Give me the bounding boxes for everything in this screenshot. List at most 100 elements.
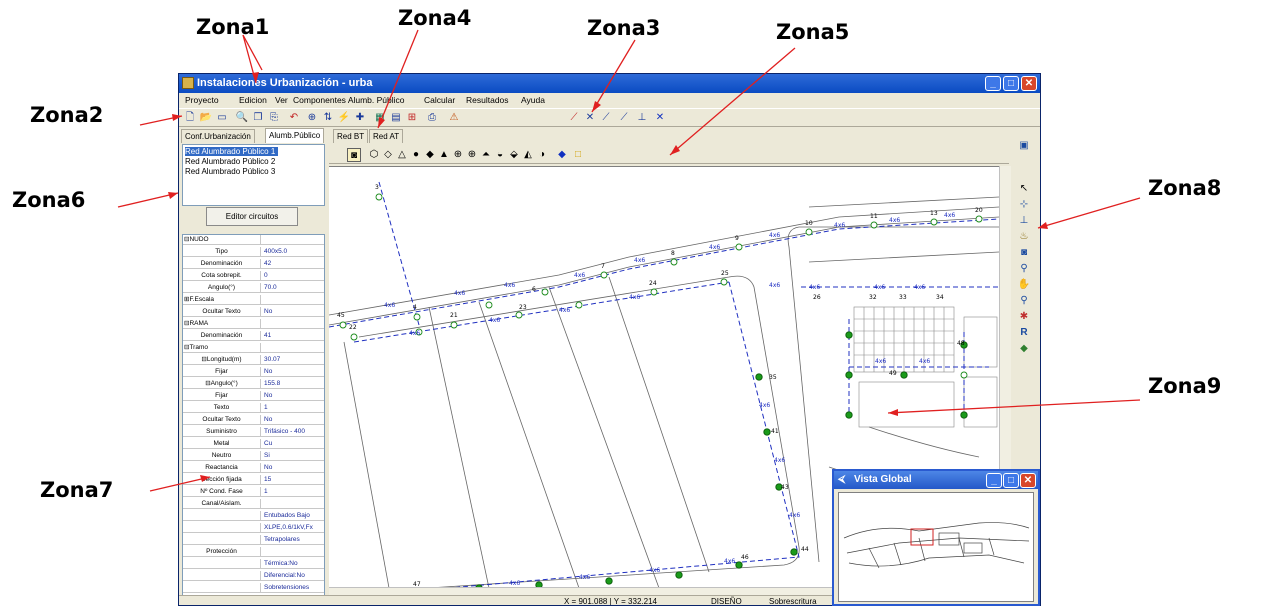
property-row[interactable]: Reactancia No (183, 463, 324, 473)
perpendicular-icon[interactable]: ⊥ (635, 111, 649, 125)
property-row[interactable]: Sobretensiones (183, 583, 324, 593)
property-value[interactable] (262, 499, 324, 509)
half-circle-icon[interactable]: ◒ (493, 148, 507, 162)
plan-node[interactable] (790, 548, 798, 556)
redraw-icon[interactable]: R (1017, 326, 1031, 340)
circle-filled-icon[interactable]: ● (409, 148, 423, 162)
plan-node[interactable] (805, 228, 813, 236)
property-row[interactable]: ⊟Tramo (183, 343, 324, 353)
property-row[interactable]: ⊞F.Escala (183, 295, 324, 305)
property-row[interactable]: ⊟Longitud(m) 30.07 (183, 355, 324, 365)
property-row[interactable]: Texto 1 (183, 403, 324, 413)
property-value[interactable] (262, 235, 324, 245)
plan-node[interactable] (515, 311, 523, 319)
report-icon[interactable]: ▤ (389, 111, 403, 125)
circle-plus-icon[interactable]: ⊕ (465, 148, 479, 162)
menu-componentes[interactable]: Componentes Alumb. Público (293, 95, 405, 105)
property-value[interactable]: 42 (262, 259, 324, 269)
plan-node[interactable] (650, 288, 658, 296)
pointer-icon[interactable]: ↖ (1017, 182, 1031, 196)
maximize-icon[interactable]: □ (1003, 76, 1019, 91)
plan-node[interactable] (339, 321, 347, 329)
pan-icon[interactable]: ✋ (1017, 278, 1031, 292)
property-row[interactable]: Denominación 42 (183, 259, 324, 269)
property-value[interactable]: Tetrapolares (262, 535, 324, 545)
dxf-icon[interactable]: ⊞ (405, 111, 419, 125)
triangle-filled-icon[interactable]: ▲ (437, 148, 451, 162)
erase-icon[interactable]: ◆ (1017, 342, 1031, 356)
close-icon[interactable]: ✕ (1021, 76, 1037, 91)
property-row[interactable]: Ocultar Texto No (183, 307, 324, 317)
property-row[interactable]: Fijar No (183, 391, 324, 401)
plan-node[interactable] (450, 321, 458, 329)
overview-map[interactable] (839, 493, 1035, 603)
menu-ver[interactable]: Ver (275, 95, 288, 105)
diamond-filled-icon[interactable]: ◆ (423, 148, 437, 162)
property-row[interactable]: Sección fijada 15 (183, 475, 324, 485)
plan-node[interactable] (755, 373, 763, 381)
menu-ayuda[interactable]: Ayuda (521, 95, 545, 105)
layers-icon[interactable]: ▣ (1017, 139, 1031, 153)
measure-icon[interactable]: ✚ (353, 111, 367, 125)
plan-node[interactable] (735, 561, 743, 569)
draw-line-icon[interactable]: ⟋ (567, 111, 581, 125)
property-value[interactable]: No (262, 367, 324, 377)
plan-node[interactable] (675, 571, 683, 579)
plan-node[interactable] (845, 371, 853, 379)
tab-conf-urbanizacion[interactable]: Conf.Urbanización (181, 129, 255, 143)
plan-node[interactable] (735, 243, 743, 251)
property-row[interactable]: Fijar No (183, 367, 324, 377)
property-row[interactable]: Angulo(°) 70.0 (183, 283, 324, 293)
tab-red-bt[interactable]: Red BT (333, 129, 369, 143)
property-row[interactable]: Nº Cond. Fase 1 (183, 487, 324, 497)
property-row[interactable]: ⊟NUDO (183, 235, 324, 245)
calculate-icon[interactable]: ⚡ (337, 111, 351, 125)
plan-node[interactable] (605, 577, 613, 585)
refresh-icon[interactable]: ✱ (1017, 310, 1031, 324)
property-row[interactable]: Canal/Aislam. (183, 499, 324, 509)
zoom-icon[interactable]: ⚲ (1017, 262, 1031, 276)
zoom-window-icon[interactable]: ◙ (1017, 246, 1031, 260)
tab-alumb-publico[interactable]: Alumb.Público (265, 128, 325, 143)
plan-node[interactable] (485, 301, 493, 309)
property-row[interactable]: Neutro Si (183, 451, 324, 461)
property-value[interactable]: 1 (262, 487, 324, 497)
copy-icon[interactable]: ❐ (251, 111, 265, 125)
undo-icon[interactable]: ↶ (287, 111, 301, 125)
property-value[interactable]: XLPE,0.6/1kV,Fx (262, 523, 324, 533)
property-value[interactable]: No (262, 415, 324, 425)
half-circle-right-icon[interactable]: ◑ (535, 148, 549, 162)
delete-segment-icon[interactable]: ✕ (653, 111, 667, 125)
property-value[interactable]: Si (262, 451, 324, 461)
property-value[interactable]: 70.0 (262, 283, 324, 293)
plan-node[interactable] (845, 411, 853, 419)
paste-icon[interactable]: ⎘ (267, 111, 281, 125)
plan-node[interactable] (870, 221, 878, 229)
snap-icon[interactable]: ⊥ (1017, 214, 1031, 228)
plan-node[interactable] (975, 215, 983, 223)
zoom-in-icon[interactable]: ⚲ (1017, 294, 1031, 308)
property-value[interactable]: Cu (262, 439, 324, 449)
property-row[interactable]: Cota sobrepit. 0 (183, 271, 324, 281)
property-row[interactable]: ⊟Angulo(°) 155.8 (183, 379, 324, 389)
property-row[interactable]: Ocultar Texto No (183, 415, 324, 425)
menu-resultados[interactable]: Resultados (466, 95, 509, 105)
plan-node[interactable] (845, 331, 853, 339)
property-value[interactable]: Sobretensiones (262, 583, 324, 593)
plan-node[interactable] (541, 288, 549, 296)
property-row[interactable]: Suministro Trifásico - 400 (183, 427, 324, 437)
node-dot-icon[interactable]: ◆ (555, 148, 569, 162)
plan-node[interactable] (960, 411, 968, 419)
warning-icon[interactable]: ⚠ (447, 111, 461, 125)
property-value[interactable] (262, 319, 324, 329)
property-row[interactable]: Protección (183, 547, 324, 557)
editor-circuitos-button[interactable]: Editor circuitos (206, 207, 298, 226)
property-value[interactable]: Trifásico - 400 (262, 427, 324, 437)
list-item[interactable]: Red Alumbrado Público 1 (185, 147, 279, 156)
property-value[interactable]: No (262, 463, 324, 473)
property-row[interactable]: XLPE,0.6/1kV,Fx (183, 523, 324, 533)
half-triangle-filled-icon[interactable]: ◭ (521, 148, 535, 162)
node-edit-icon[interactable]: ⊹ (1017, 198, 1031, 212)
plan-node[interactable] (720, 278, 728, 286)
find-icon[interactable]: 🔍 (235, 111, 249, 125)
